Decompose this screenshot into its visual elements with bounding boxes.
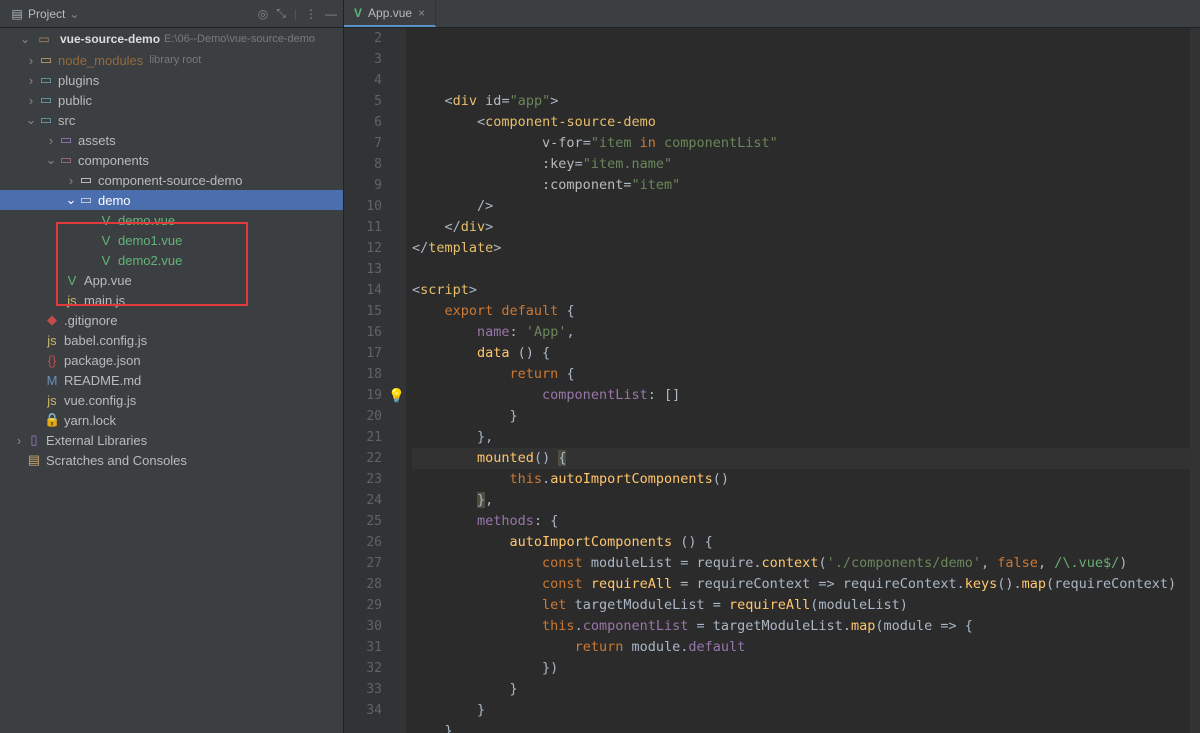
chevron-down-icon: ⌄ <box>64 192 78 208</box>
vue-icon: V <box>354 6 362 20</box>
chevron-right-icon: › <box>24 53 38 68</box>
folder-icon: ▭ <box>58 152 74 168</box>
git-icon: ◆ <box>44 312 60 328</box>
tree-app-vue[interactable]: V App.vue <box>0 270 343 290</box>
project-dropdown[interactable]: ▤ Project ⌄ <box>6 5 83 23</box>
divider-icon: | <box>294 7 297 21</box>
js-icon: js <box>44 393 60 408</box>
folder-icon: ▭ <box>36 32 52 46</box>
tree-assets[interactable]: › ▭ assets <box>0 130 343 150</box>
json-icon: {} <box>44 353 60 368</box>
folder-icon: ▭ <box>58 132 74 148</box>
folder-icon: ▭ <box>78 192 94 208</box>
tree-readme[interactable]: M README.md <box>0 370 343 390</box>
project-tree-panel: ⌄ ▭ vue-source-demo E:\06--Demo\vue-sour… <box>0 28 344 733</box>
root-name: vue-source-demo <box>60 32 160 46</box>
project-root-row[interactable]: ⌄ ▭ vue-source-demo E:\06--Demo\vue-sour… <box>0 28 343 50</box>
vue-icon: V <box>98 233 114 248</box>
js-icon: js <box>44 333 60 348</box>
folder-icon: ▭ <box>38 52 54 68</box>
tree-plugins[interactable]: › ▭ plugins <box>0 70 343 90</box>
tree-package-json[interactable]: {} package.json <box>0 350 343 370</box>
fold-column <box>392 28 406 733</box>
root-path: E:\06--Demo\vue-source-demo <box>164 33 315 45</box>
minimize-icon[interactable]: — <box>325 7 337 21</box>
project-label: Project <box>28 7 65 21</box>
lock-icon: 🔒 <box>44 412 60 428</box>
folder-icon: ▭ <box>38 92 54 108</box>
scrollbar[interactable] <box>1190 28 1200 733</box>
tree-components[interactable]: ⌄ ▭ components <box>0 150 343 170</box>
chevron-down-icon: ⌄ <box>18 32 32 46</box>
tree-yarn-lock[interactable]: 🔒 yarn.lock <box>0 410 343 430</box>
vue-icon: V <box>98 213 114 228</box>
more-icon[interactable]: ⋮ <box>305 7 317 21</box>
tree-gitignore[interactable]: ◆ .gitignore <box>0 310 343 330</box>
chevron-down-icon: ⌄ <box>24 112 38 128</box>
tree-vue-config[interactable]: js vue.config.js <box>0 390 343 410</box>
close-tab-icon[interactable]: × <box>418 6 425 20</box>
tree-babel[interactable]: js babel.config.js <box>0 330 343 350</box>
folder-icon: ▭ <box>38 112 54 128</box>
chevron-right-icon: › <box>24 73 38 88</box>
tab-filename: App.vue <box>368 6 412 20</box>
tree-demo-vue[interactable]: V demo.vue <box>0 210 343 230</box>
js-icon: js <box>64 293 80 308</box>
tree-scratches[interactable]: ▤ Scratches and Consoles <box>0 450 343 470</box>
project-icon: ▤ <box>10 7 24 21</box>
folder-icon: ▭ <box>78 172 94 188</box>
target-icon[interactable]: ◎ <box>258 7 268 21</box>
code-editor[interactable]: 2345678910111213141516171819202122232425… <box>344 28 1200 733</box>
chevron-right-icon: › <box>24 93 38 108</box>
tree-external-libs[interactable]: › ▯ External Libraries <box>0 430 343 450</box>
chevron-right-icon: › <box>64 173 78 188</box>
line-number-gutter: 2345678910111213141516171819202122232425… <box>344 28 392 733</box>
tree-public[interactable]: › ▭ public <box>0 90 343 110</box>
tree-demo-folder[interactable]: ⌄ ▭ demo <box>0 190 343 210</box>
library-icon: ▯ <box>26 432 42 448</box>
vue-icon: V <box>98 253 114 268</box>
tree-demo1-vue[interactable]: V demo1.vue <box>0 230 343 250</box>
vue-icon: V <box>64 273 80 288</box>
tree-demo2-vue[interactable]: V demo2.vue <box>0 250 343 270</box>
project-toolwindow-header: ▤ Project ⌄ ◎ ⤡ | ⋮ — <box>0 0 344 27</box>
editor-tab-bar: V App.vue × <box>344 0 1200 27</box>
chevron-right-icon: › <box>44 133 58 148</box>
scratch-icon: ▤ <box>26 452 42 468</box>
tree-csd[interactable]: › ▭ component-source-demo <box>0 170 343 190</box>
tree-main-js[interactable]: js main.js <box>0 290 343 310</box>
folder-icon: ▭ <box>38 72 54 88</box>
editor-tab-appvue[interactable]: V App.vue × <box>344 0 436 27</box>
code-area[interactable]: 💡 <div id="app"> <component-source-demo … <box>406 28 1190 733</box>
top-toolbar: ▤ Project ⌄ ◎ ⤡ | ⋮ — V App.vue × <box>0 0 1200 28</box>
collapse-icon[interactable]: ⤡ <box>276 6 286 21</box>
chevron-down-icon: ⌄ <box>44 152 58 168</box>
chevron-down-icon: ⌄ <box>69 7 79 21</box>
tree-src[interactable]: ⌄ ▭ src <box>0 110 343 130</box>
md-icon: M <box>44 373 60 388</box>
chevron-right-icon: › <box>12 433 26 448</box>
intention-bulb-icon[interactable]: 💡 <box>388 386 405 407</box>
tree-node-modules[interactable]: › ▭ node_modules library root <box>0 50 343 70</box>
